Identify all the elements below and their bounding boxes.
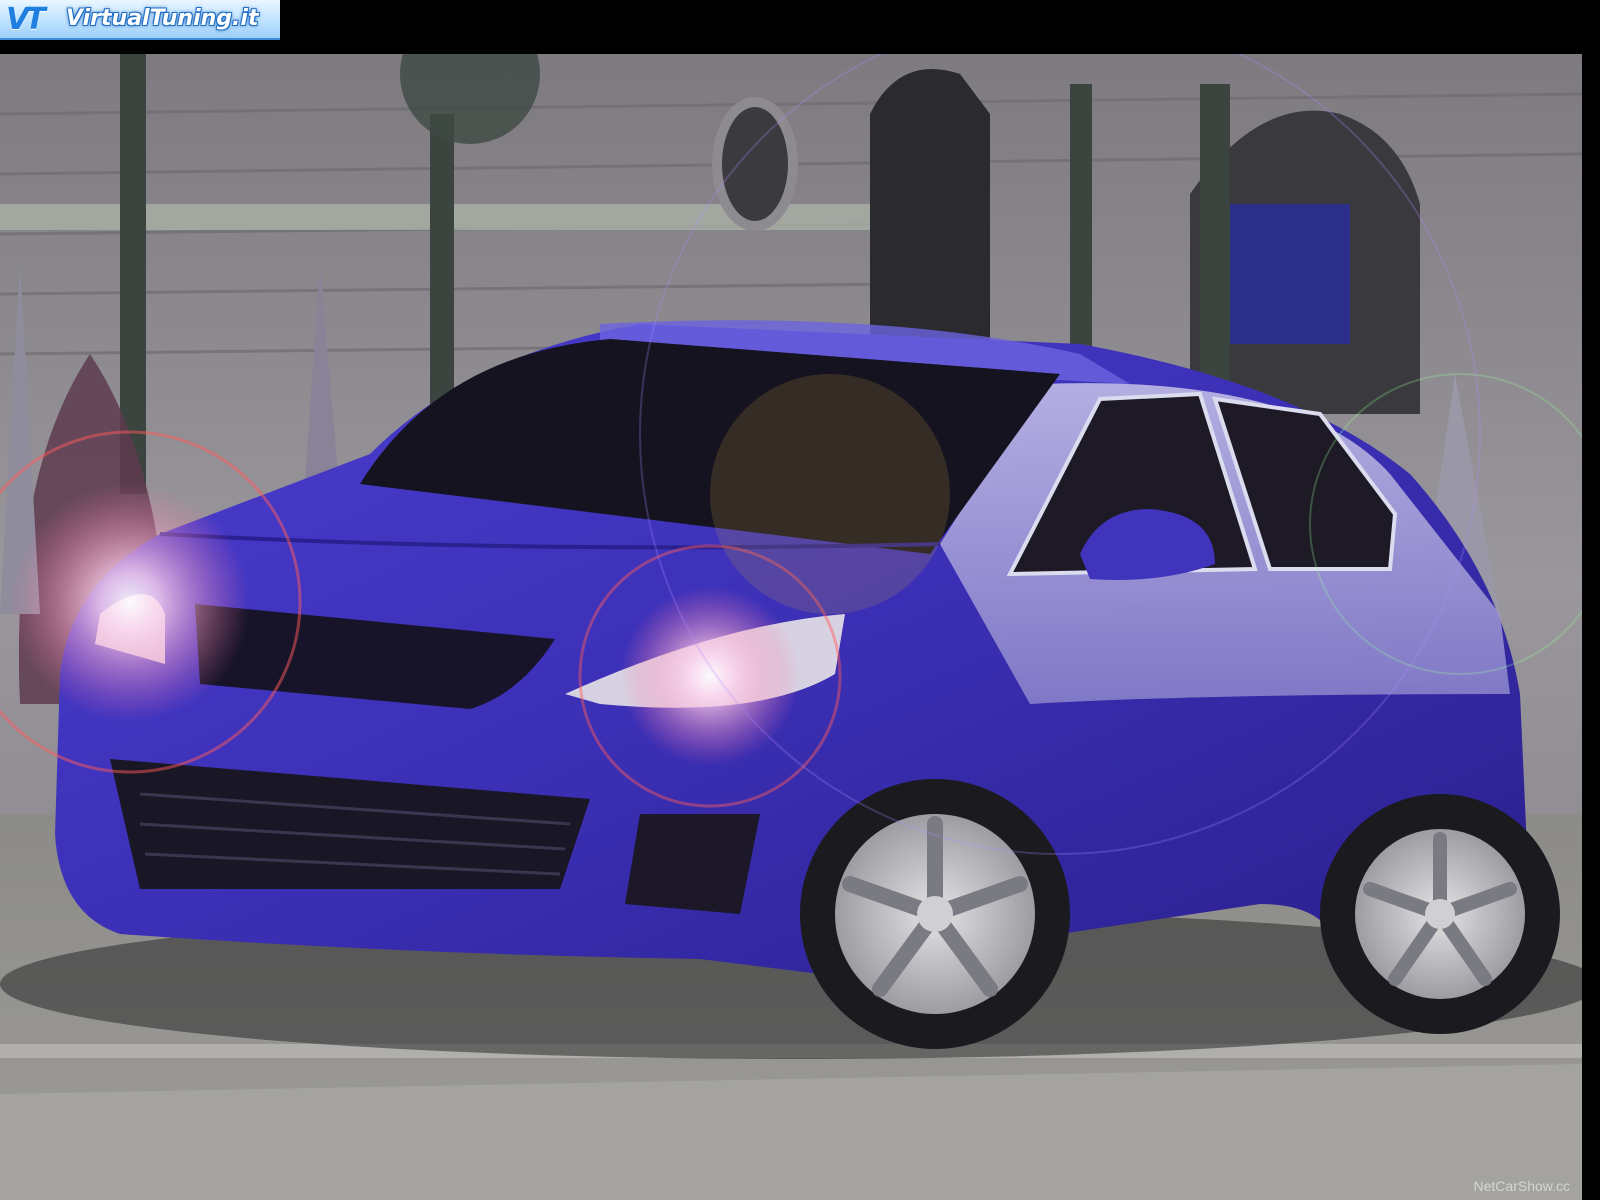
watermark-text: NetCarShow.cc — [1473, 1178, 1570, 1194]
image-frame: VT VirtualTuning.it NetCarShow.cc — [0, 0, 1600, 1200]
logo-text: VirtualTuning.it — [66, 6, 259, 31]
site-logo[interactable]: VT VirtualTuning.it — [0, 0, 280, 40]
logo-mark: VT — [6, 2, 46, 37]
car-photo — [0, 54, 1582, 1200]
